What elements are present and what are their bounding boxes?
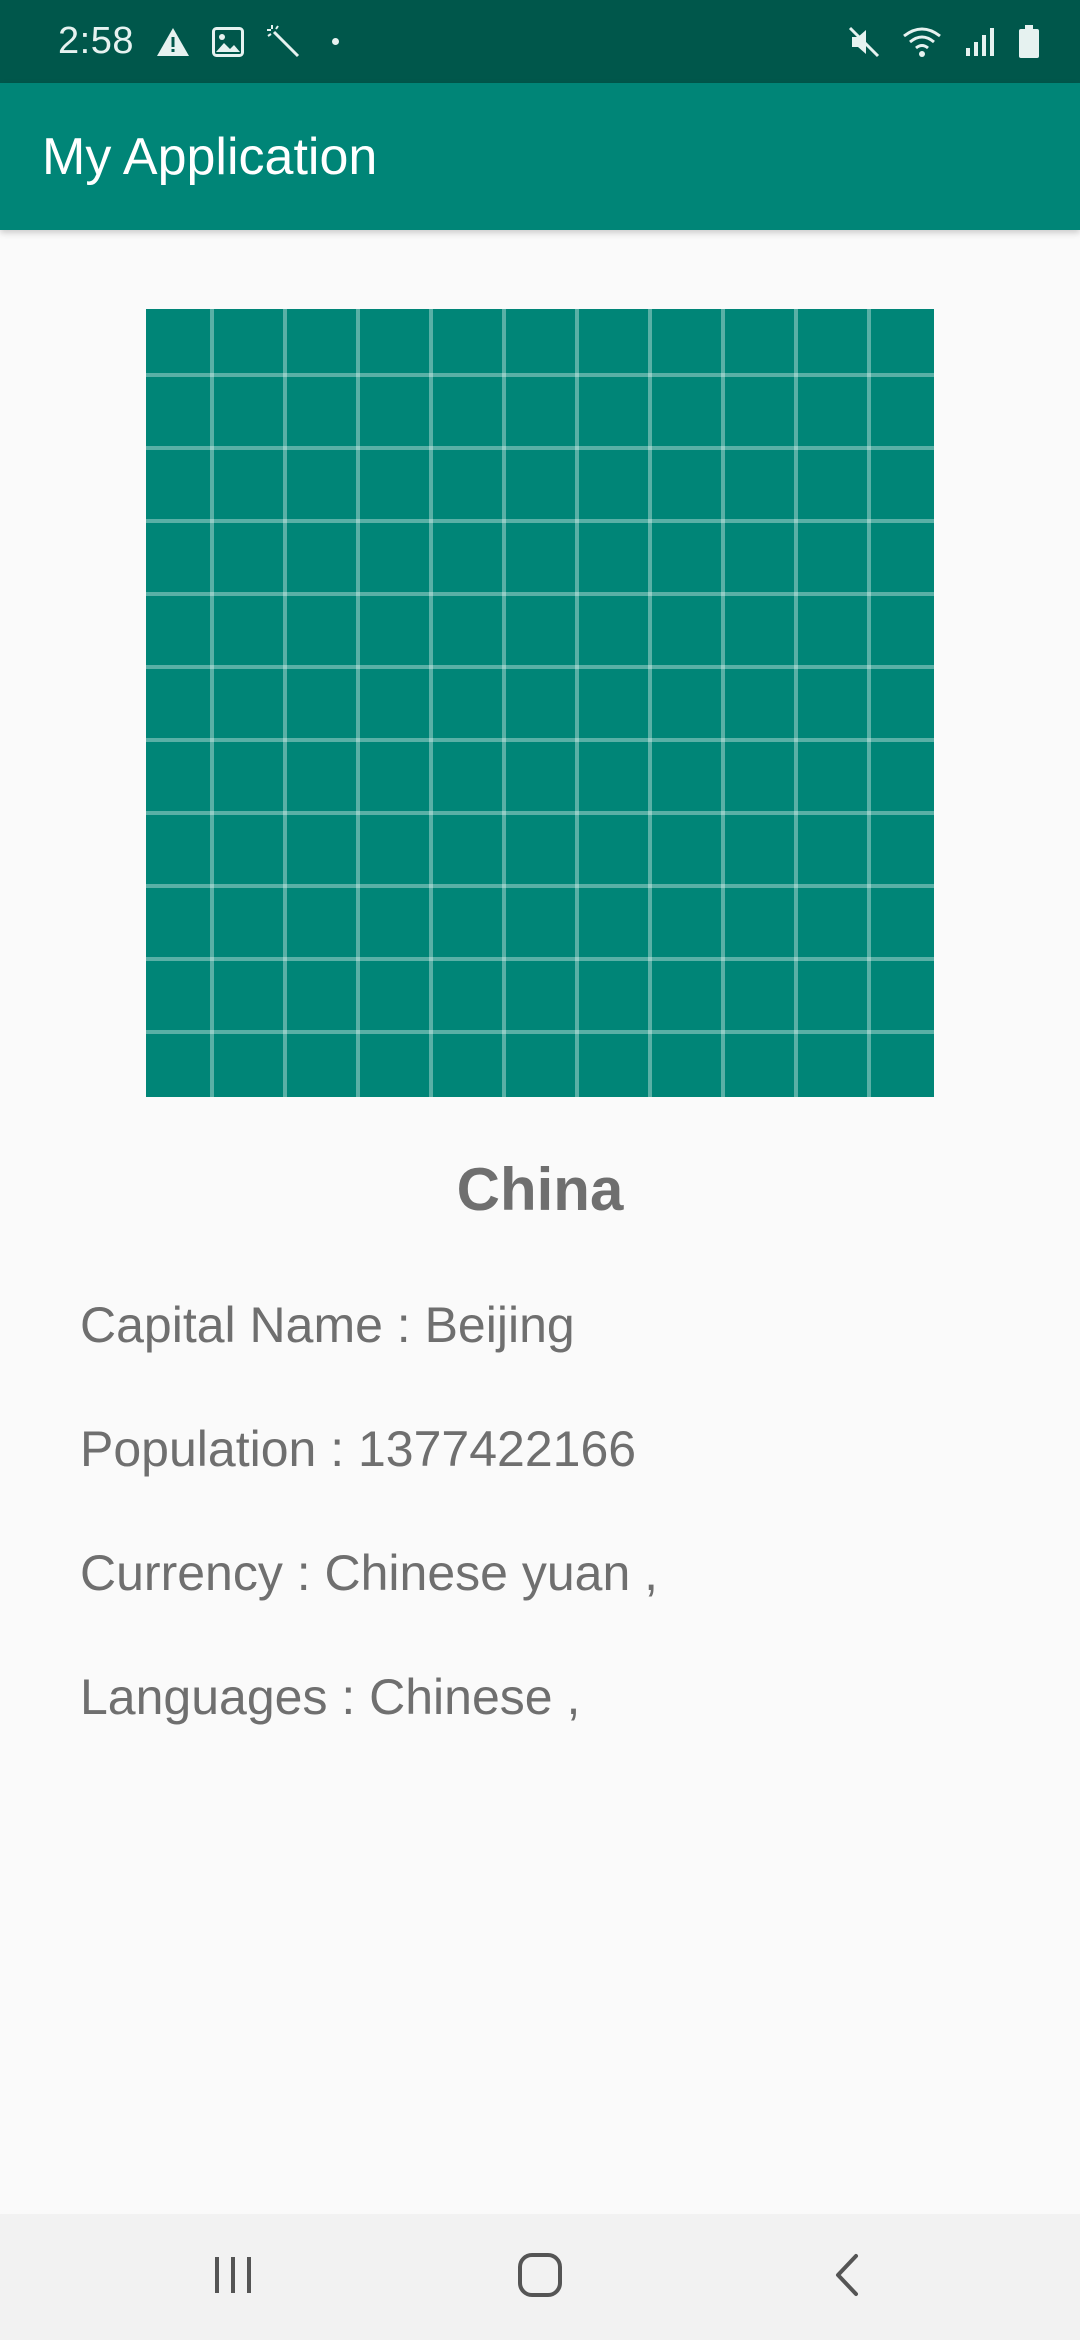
currency-text: Currency : Chinese yuan , [80, 1545, 659, 1601]
navigation-bar [0, 2214, 1080, 2340]
status-left: 2:58 [58, 20, 339, 63]
status-time: 2:58 [58, 20, 134, 62]
back-icon [832, 2253, 862, 2302]
wifi-icon [902, 26, 942, 58]
screen: 2:58 My Application China Capital Name:… [0, 0, 1080, 2340]
country-flag-image [146, 309, 934, 1097]
population-text: Population : 1377422166 [80, 1421, 637, 1477]
back-button[interactable] [787, 2227, 907, 2327]
magic-wand-icon [266, 24, 302, 60]
warning-icon [156, 27, 190, 57]
home-button[interactable] [480, 2227, 600, 2327]
recents-button[interactable] [173, 2227, 293, 2327]
app-bar: My Application [0, 83, 1080, 230]
country-name: China [456, 1156, 624, 1223]
dot-icon [331, 38, 339, 45]
capital-text: Capital Name : Beijing [80, 1297, 575, 1353]
signal-icon [964, 26, 996, 58]
image-icon [211, 26, 244, 57]
battery-icon [1018, 24, 1040, 59]
status-right [848, 24, 1040, 59]
status-bar: 2:58 [0, 0, 1080, 83]
recents-icon [211, 2255, 255, 2300]
languages-text: Languages : Chinese , [80, 1669, 581, 1725]
mute-icon [848, 26, 880, 58]
app-title: My Application [42, 127, 378, 186]
home-icon [517, 2252, 563, 2303]
